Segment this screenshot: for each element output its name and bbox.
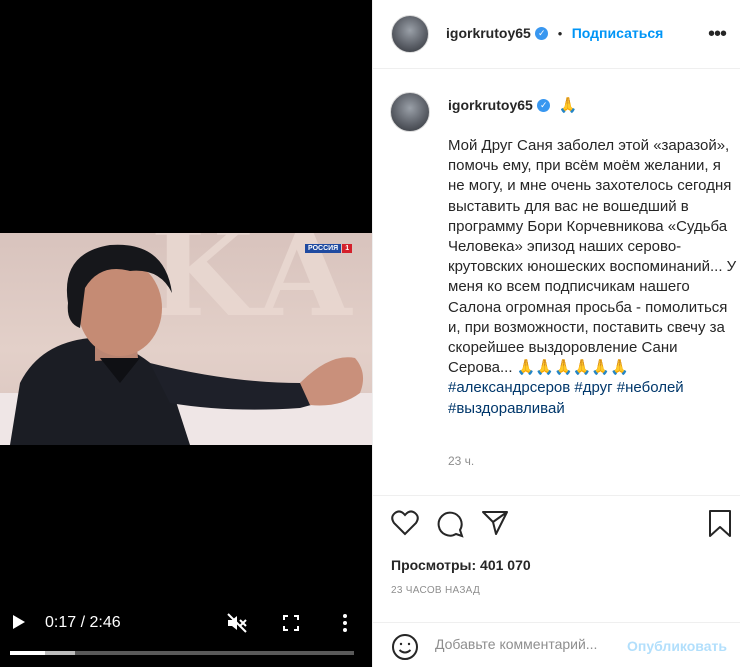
post-timestamp[interactable]: 23 часов назад [391,585,480,596]
action-bar [373,495,740,545]
verified-badge-icon: ✓ [537,99,551,113]
caption-username[interactable]: igorkrutoy65 [448,97,533,113]
video-time: 0:17 / 2:46 [45,614,121,631]
fullscreen-icon[interactable] [283,615,299,636]
views-count[interactable]: Просмотры: 401 070 [391,557,531,573]
comment-box: Опубликовать [373,622,740,667]
caption-time: 23 ч. [448,454,475,468]
video-played [10,651,46,655]
video-controls: 0:17 / 2:46 [0,600,372,667]
video-progress-bar[interactable] [10,651,354,655]
video-person-image [10,244,364,445]
comment-icon[interactable] [436,510,464,543]
header-separator: • [557,26,563,41]
post-header: igorkrutoy65 ✓ • Подписаться ••• [373,0,740,69]
avatar[interactable] [391,15,429,53]
video-player[interactable]: ΚΑ РОССИЯ 1 0:17 / 2:46 [0,0,372,667]
volume-muted-icon[interactable] [226,613,248,638]
publish-button[interactable]: Опубликовать [627,638,727,654]
channel-logo-number: 1 [342,244,353,253]
caption-hashtags[interactable]: #александрсеров #друг #неболей #выздорав… [448,379,684,416]
post-caption: Мой Друг Саня заболел этой «заразой», по… [448,136,738,419]
caption-title-emoji: 🙏 [558,97,578,114]
video-frame[interactable]: ΚΑ [0,233,372,445]
channel-logo: РОССИЯ 1 [305,243,353,254]
bookmark-icon[interactable] [709,510,731,543]
post-sidebar: igorkrutoy65 ✓ • Подписаться ••• igorkru… [372,0,740,667]
more-vertical-icon[interactable] [342,613,348,638]
play-icon[interactable] [12,614,26,635]
header-username[interactable]: igorkrutoy65 [446,25,531,41]
more-options-icon[interactable]: ••• [708,23,727,46]
verified-badge-icon: ✓ [535,27,549,41]
heart-icon[interactable] [391,510,419,541]
share-icon[interactable] [481,510,509,541]
follow-button[interactable]: Подписаться [572,25,664,41]
channel-logo-name: РОССИЯ [305,244,342,253]
caption-text: Мой Друг Саня заболел этой «заразой», по… [448,137,737,377]
caption-avatar[interactable] [390,92,430,132]
comment-input[interactable] [435,636,620,652]
emoji-icon[interactable] [391,633,419,666]
